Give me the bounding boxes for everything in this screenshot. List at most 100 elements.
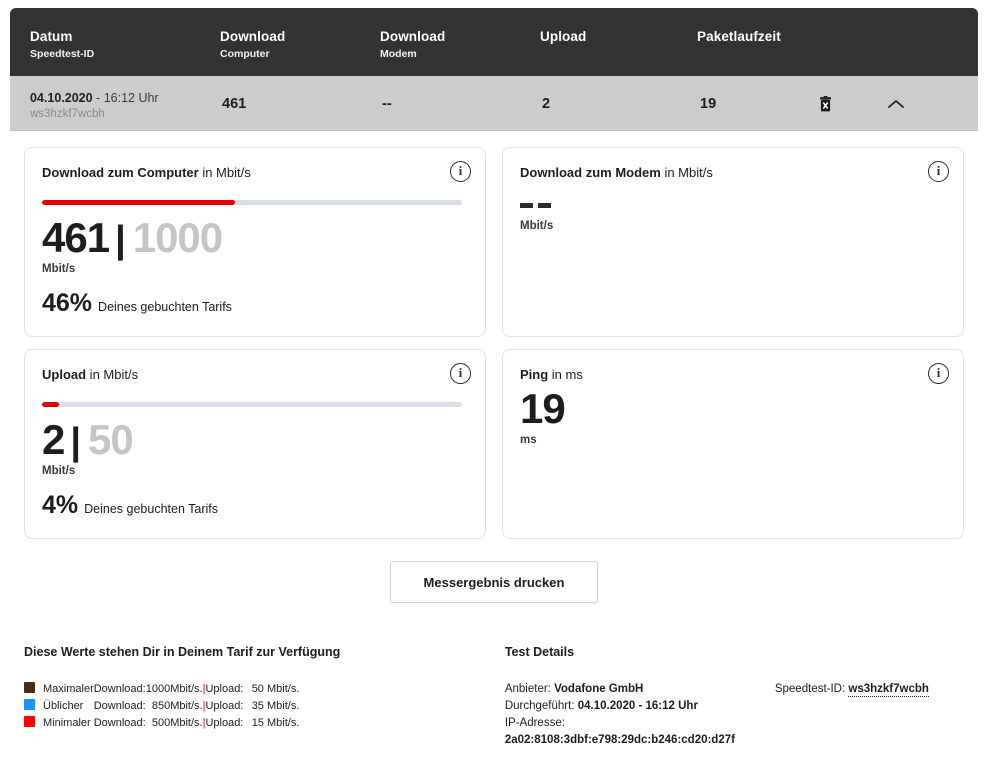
footer-info: Diese Werte stehen Dir in Deinem Tarif z… [10,603,978,749]
test-details-right: Speedtest-ID: ws3hzkf7wcbh [775,681,929,749]
provider-label: Anbieter: [504,683,551,695]
result-body: Download zum Computer in Mbit/s i 461 | … [10,131,978,749]
tariff-name-usual: Üblicher [43,700,84,712]
upload-value-row: 2 | 50 [42,416,468,463]
card-ping-title-rest: in ms [548,367,583,382]
row-date-value: 04.10.2020 [30,91,93,105]
speedtest-result-page: Datum Speedtest-ID Download Computer Dow… [0,0,999,772]
ping-unit: ms [520,434,537,447]
upload-value: 2 [42,416,65,463]
download-computer-percent-row: 46% Deines gebuchten Tarifs [42,289,468,318]
card-download-modem-title-rest: in Mbit/s [660,165,713,180]
info-icon[interactable]: i [928,363,949,384]
test-details-title: Test Details [504,645,575,659]
download-computer-percent-label: Deines gebuchten Tarifs [98,300,232,314]
card-download-modem-title: Download zum Modem in Mbit/s [520,164,946,181]
download-computer-pipe: | [115,219,126,261]
row-speedtest-id: ws3hzkf7wcbh [30,108,105,120]
tariff-upload-value-max: 50 Mbit/s. [251,683,300,695]
card-ping-title-bold: Ping [520,367,549,382]
test-details-section: Test Details Anbieter: Vodafone GmbH Dur… [494,645,964,749]
row-paketlaufzeit-value: 19 [700,96,717,112]
tariff-table: Maximaler Download: 1000Mbit/s. | Upload… [24,681,299,732]
table-row: Minimaler Download: 500Mbit/s. | Upload:… [24,715,299,732]
row-time-value: 16:12 Uhr [103,91,159,105]
row-download-modem-value: -- [382,96,392,112]
info-icon[interactable]: i [928,161,949,182]
tariff-upload-label-min: Upload: [205,717,244,729]
table-row[interactable]: 04.10.2020 - 16:12 Uhr ws3hzkf7wcbh 461 … [10,76,978,131]
tariff-name-max: Maximaler [43,683,94,695]
card-download-computer-title-bold: Download zum Computer [42,165,199,180]
dash-glyph [538,203,551,208]
tariff-row-name-min: Minimaler [24,715,94,732]
tariff-upload-label-max: Upload: [205,683,244,695]
card-download-computer: Download zum Computer in Mbit/s i 461 | … [24,147,486,337]
color-swatch-icon [24,682,35,693]
tariff-download-value-max: 1000Mbit/s. [145,683,203,695]
tariff-section: Diese Werte stehen Dir in Deinem Tarif z… [24,645,494,749]
download-modem-unit: Mbit/s [520,220,554,232]
tariff-row-name-usual: Üblicher [24,698,94,715]
download-computer-progress-track [42,200,462,205]
download-modem-empty-value [520,203,946,208]
provider-value: Vodafone GmbH [554,683,644,695]
download-computer-unit: Mbit/s [42,263,76,275]
upload-percent-label: Deines gebuchten Tarifs [84,502,219,516]
tariff-download-value-min: 500Mbit/s. [151,717,203,729]
column-header-upload: Upload [540,29,586,45]
row-date-cell: 04.10.2020 - 16:12 Uhr ws3hzkf7wcbh [30,90,159,122]
column-header-datum: Datum Speedtest-ID [30,29,94,61]
upload-percent: 4% [42,491,79,519]
tariff-download-label-usual: Download: [93,700,146,712]
tariff-name-min: Minimaler [43,717,91,729]
print-button-wrap: Messergebnis drucken [10,561,978,603]
ping-value: 19 [520,385,566,432]
card-upload-title: Upload in Mbit/s [42,366,468,383]
upload-pipe: | [70,421,81,463]
print-result-button[interactable]: Messergebnis drucken [390,561,598,603]
info-icon[interactable]: i [450,161,471,182]
column-header-upload-main: Upload [540,29,587,44]
card-download-computer-title-rest: in Mbit/s [198,165,251,180]
download-computer-max: 1000 [132,214,223,261]
download-computer-value: 461 [42,214,110,261]
metric-cards: Download zum Computer in Mbit/s i 461 | … [10,131,978,539]
column-header-download-modem: Download Modem [380,29,445,61]
column-header-paketlaufzeit-main: Paketlaufzeit [697,29,781,44]
column-header-download-computer-main: Download [220,29,286,44]
chevron-up-icon[interactable] [884,92,908,116]
trash-icon[interactable] [813,92,837,116]
performed-value: 04.10.2020 - 16:12 Uhr [577,700,698,712]
card-download-modem: Download zum Modem in Mbit/s i Mbit/s [502,147,964,337]
tariff-title: Diese Werte stehen Dir in Deinem Tarif z… [24,645,341,659]
row-download-computer-value: 461 [222,96,247,112]
performed-label: Durchgeführt: [504,700,575,712]
ip-value: 2a02:8108:3dbf:e798:29dc:b246:cd20:d27f [504,734,735,746]
card-download-computer-title: Download zum Computer in Mbit/s [42,164,468,181]
info-icon[interactable]: i [450,363,471,384]
card-upload-title-rest: in Mbit/s [86,367,139,382]
speedtest-id-value[interactable]: ws3hzkf7wcbh [848,683,929,697]
results-table-header: Datum Speedtest-ID Download Computer Dow… [10,8,978,76]
tariff-upload-value-usual: 35 Mbit/s. [251,700,300,712]
color-swatch-icon [24,716,35,727]
provider-row: Anbieter: Vodafone GmbH [505,681,775,698]
card-download-modem-title-bold: Download zum Modem [520,165,661,180]
row-upload-value: 2 [542,96,551,112]
table-row: Üblicher Download: 850Mbit/s. | Upload: … [24,698,299,715]
download-computer-progress-fill [42,200,236,205]
upload-percent-row: 4% Deines gebuchten Tarifs [42,491,468,520]
upload-progress-fill [42,402,59,407]
column-header-paketlaufzeit: Paketlaufzeit [697,29,781,45]
upload-progress-track [42,402,462,407]
tariff-upload-value-min: 15 Mbit/s. [251,717,300,729]
card-ping-title: Ping in ms [520,366,946,383]
test-details-left: Anbieter: Vodafone GmbH Durchgeführt: 04… [505,681,775,749]
tariff-download-label-max: Download: [93,683,146,695]
result-shell: Datum Speedtest-ID Download Computer Dow… [10,8,978,749]
table-row: Maximaler Download: 1000Mbit/s. | Upload… [24,681,299,698]
dash-glyph [520,203,533,208]
download-computer-percent: 46% [42,289,93,317]
upload-unit: Mbit/s [42,465,76,477]
